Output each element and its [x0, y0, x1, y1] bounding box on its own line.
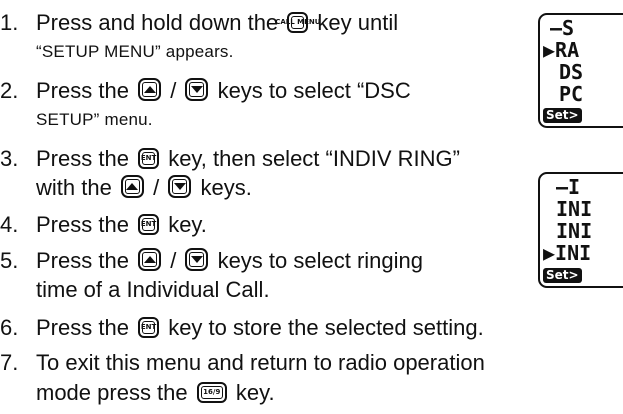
up-arrow-key-icon	[120, 175, 144, 198]
step-text: Press and hold down the	[36, 10, 279, 35]
lcd-row: —I	[556, 175, 581, 199]
step-text: keys to select ringing	[217, 248, 423, 273]
step-text: Press the	[36, 78, 129, 103]
lcd-softkey: Set>	[543, 108, 582, 123]
step-text: key, then select “INDIV RING”	[168, 146, 460, 171]
step-text: with the	[36, 175, 112, 200]
step-text: key until	[317, 10, 399, 35]
lcd-row: —S	[550, 16, 575, 40]
call-menu-key-icon: CALL MENU	[275, 12, 320, 33]
step-number: 3.	[0, 146, 19, 171]
step-text: Press the	[36, 248, 129, 273]
ent-key-icon: ENT	[138, 317, 160, 338]
step-text: Press the	[36, 315, 129, 340]
lcd-setup-menu-screen: —S ▶RA DS PC Set>	[538, 13, 623, 128]
lcd-row: INI	[556, 197, 593, 221]
separator: /	[170, 248, 177, 273]
separator: /	[170, 78, 177, 103]
separator: /	[153, 175, 160, 200]
lcd-softkey: Set>	[543, 268, 582, 283]
step-number: 7.	[0, 350, 19, 375]
ent-key-icon: ENT	[138, 214, 160, 235]
lcd-row: ▶RA	[543, 38, 580, 62]
up-arrow-key-icon	[138, 248, 162, 271]
step-text: keys to select “DSC	[217, 78, 411, 103]
step-text: Press the	[36, 212, 129, 237]
step-text: SETUP” menu.	[36, 110, 153, 129]
step-text: key to store the selected setting.	[168, 315, 484, 340]
step-number: 5.	[0, 248, 19, 273]
ent-key-icon: ENT	[138, 148, 160, 169]
step-text: time of a Individual Call.	[36, 277, 270, 302]
step-text: key.	[235, 380, 275, 405]
step-number: 6.	[0, 315, 19, 340]
down-arrow-key-icon	[185, 248, 209, 271]
lcd-indiv-ring-screen: —I INI INI ▶INI Set>	[538, 172, 623, 288]
lcd-row: DS	[559, 60, 584, 84]
16-9-key-icon: 16/9	[196, 382, 227, 403]
step-text: keys.	[200, 175, 252, 200]
step-text: “SETUP MENU” appears.	[36, 42, 234, 61]
lcd-row: PC	[559, 82, 584, 106]
up-arrow-key-icon	[138, 78, 162, 101]
step-text: To exit this menu and return to radio op…	[36, 350, 485, 375]
step-text: mode press the	[36, 380, 188, 405]
step-number: 2.	[0, 78, 19, 103]
step-text: Press the	[36, 146, 129, 171]
step-number: 1.	[0, 10, 19, 35]
step-text: key.	[168, 212, 207, 237]
lcd-row: INI	[556, 219, 593, 243]
lcd-row: ▶INI	[543, 241, 592, 265]
step-number: 4.	[0, 212, 19, 237]
down-arrow-key-icon	[168, 175, 192, 198]
down-arrow-key-icon	[185, 78, 209, 101]
